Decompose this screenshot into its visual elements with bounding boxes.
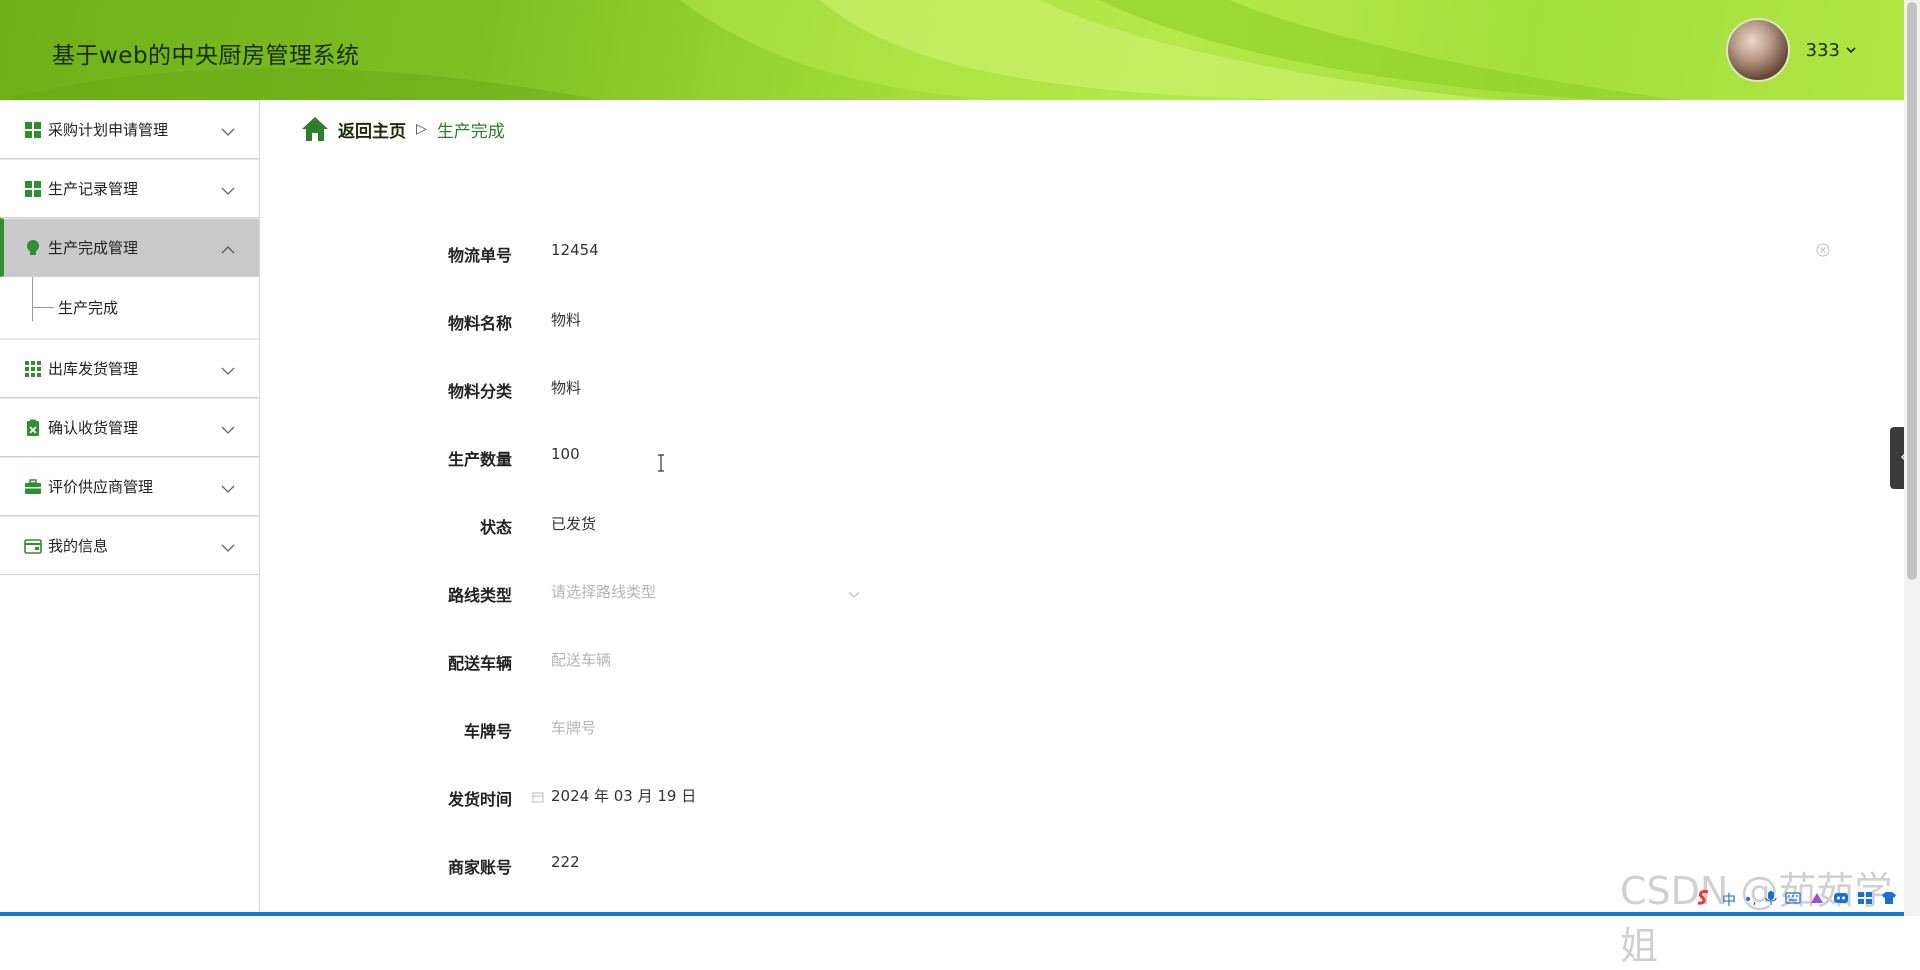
tree-line xyxy=(32,277,33,321)
ime-language-indicator[interactable]: 中 xyxy=(1722,890,1736,910)
chevron-down-icon xyxy=(221,123,235,141)
sidebar-item-production-record[interactable]: 生产记录管理 xyxy=(0,159,259,218)
user-menu[interactable]: 333 xyxy=(1725,18,1856,82)
breadcrumb-separator: ▷ xyxy=(416,121,427,137)
sidebar-item-purchase-plan[interactable]: 采购计划申请管理 xyxy=(0,100,259,159)
sogou-ime-icon[interactable] xyxy=(1694,888,1714,912)
grid-icon xyxy=(24,121,42,139)
system-tray: 中 •, xyxy=(1694,888,1897,912)
taskbar-edge xyxy=(0,912,1904,916)
field-label: 商家账号 xyxy=(447,858,512,877)
briefcase-icon xyxy=(24,478,42,496)
field-label: 生产数量 xyxy=(447,450,512,469)
chevron-down-icon[interactable] xyxy=(1846,44,1856,57)
form-row-status: 状态 已发货 xyxy=(440,502,1840,570)
material-name-input[interactable]: 物料 xyxy=(551,309,581,330)
apps-grid-icon xyxy=(24,360,42,378)
field-label: 物流单号 xyxy=(447,246,512,265)
chevron-up-icon xyxy=(221,241,235,259)
production-qty-input[interactable]: 100 xyxy=(551,445,580,463)
text-cursor-icon xyxy=(656,454,666,476)
home-icon[interactable] xyxy=(300,115,330,143)
status-input[interactable]: 已发货 xyxy=(551,513,596,534)
sidebar-item-outbound-shipping[interactable]: 出库发货管理 xyxy=(0,339,259,398)
card-icon xyxy=(24,537,42,555)
microphone-icon[interactable] xyxy=(1765,890,1777,910)
form-row-plate-no: 车牌号 车牌号 xyxy=(440,706,1840,774)
breadcrumb-home-link[interactable]: 返回主页 xyxy=(338,117,406,142)
sidebar-item-label: 采购计划申请管理 xyxy=(48,121,169,139)
chevron-down-icon xyxy=(221,539,235,557)
field-label: 发货时间 xyxy=(447,790,512,809)
sidebar-item-evaluate-supplier[interactable]: 评价供应商管理 xyxy=(0,457,259,516)
field-label: 配送车辆 xyxy=(447,654,512,673)
field-label: 路线类型 xyxy=(447,586,512,605)
form-row-delivery-vehicle: 配送车辆 配送车辆 xyxy=(440,638,1840,706)
clear-icon[interactable] xyxy=(1816,242,1830,261)
clipboard-check-icon xyxy=(24,419,42,437)
sidebar-item-confirm-receipt[interactable]: 确认收货管理 xyxy=(0,398,259,457)
ship-time-picker[interactable]: 2024 年 03 月 19 日 xyxy=(551,785,696,806)
breadcrumb-current: 生产完成 xyxy=(436,121,505,142)
material-category-input[interactable]: 物料 xyxy=(551,377,581,398)
app-title: 基于web的中央厨房管理系统 xyxy=(52,43,360,69)
field-label: 物料分类 xyxy=(447,382,512,401)
top-header: 基于web的中央厨房管理系统 333 xyxy=(0,0,1904,100)
sidebar-item-label: 确认收货管理 xyxy=(48,419,139,437)
chevron-down-icon[interactable] xyxy=(848,584,860,603)
skin-icon[interactable] xyxy=(1809,891,1825,909)
grid-icon xyxy=(24,180,42,198)
form-row-material-name: 物料名称 物料 xyxy=(440,298,1840,366)
punctuation-icon[interactable]: •, xyxy=(1744,892,1757,908)
field-label: 车牌号 xyxy=(463,722,512,741)
production-complete-form: 物流单号 12454 物料名称 物料 物料分类 物料 生产数量 100 状态 已… xyxy=(440,230,1840,910)
sidebar-item-label: 出库发货管理 xyxy=(48,360,139,378)
emoji-icon[interactable] xyxy=(1833,891,1849,909)
chevron-down-icon xyxy=(221,480,235,498)
breadcrumb: 返回主页 ▷ 生产完成 xyxy=(300,115,505,143)
merchant-account-input[interactable]: 222 xyxy=(551,853,580,871)
vertical-scrollbar[interactable] xyxy=(1904,0,1920,916)
form-row-ship-time: 发货时间 2024 年 03 月 19 日 xyxy=(440,774,1840,842)
sidebar-item-production-complete[interactable]: 生产完成管理 xyxy=(0,218,259,277)
form-row-logistics-no: 物流单号 12454 xyxy=(440,230,1840,298)
toolbox-icon[interactable] xyxy=(1857,891,1873,909)
form-row-route-type: 路线类型 请选择路线类型 xyxy=(440,570,1840,638)
chevron-down-icon xyxy=(221,421,235,439)
chevron-down-icon xyxy=(221,362,235,380)
plate-no-input[interactable]: 车牌号 xyxy=(551,717,596,738)
sidebar-item-label: 生产记录管理 xyxy=(48,180,139,198)
form-row-material-category: 物料分类 物料 xyxy=(440,366,1840,434)
sidebar-subitem-label: 生产完成 xyxy=(58,299,119,317)
shirt-icon[interactable] xyxy=(1881,891,1897,909)
keyboard-icon[interactable] xyxy=(1785,891,1801,909)
calendar-icon[interactable] xyxy=(532,788,544,807)
tree-line xyxy=(32,307,54,308)
delivery-vehicle-input[interactable]: 配送车辆 xyxy=(551,649,611,670)
scrollbar-thumb[interactable] xyxy=(1907,2,1917,580)
avatar[interactable] xyxy=(1725,18,1790,82)
form-row-production-qty: 生产数量 100 xyxy=(440,434,1840,502)
sidebar-subitem-production-complete[interactable]: 生产完成 xyxy=(0,277,259,339)
sidebar: 采购计划申请管理 生产记录管理 生产完成管理 生产完成 出库发货管理 确认收货管… xyxy=(0,100,260,916)
sidebar-item-label: 生产完成管理 xyxy=(48,239,139,257)
sidebar-item-label: 我的信息 xyxy=(48,537,109,555)
field-label: 物料名称 xyxy=(447,314,512,333)
field-label: 状态 xyxy=(479,518,512,537)
chevron-down-icon xyxy=(221,182,235,200)
sidebar-item-label: 评价供应商管理 xyxy=(48,478,154,496)
lightbulb-icon xyxy=(24,239,42,257)
route-type-select[interactable]: 请选择路线类型 xyxy=(551,581,656,602)
sidebar-item-my-info[interactable]: 我的信息 xyxy=(0,516,259,575)
user-name[interactable]: 333 xyxy=(1806,40,1840,61)
logistics-no-input[interactable]: 12454 xyxy=(551,241,599,259)
